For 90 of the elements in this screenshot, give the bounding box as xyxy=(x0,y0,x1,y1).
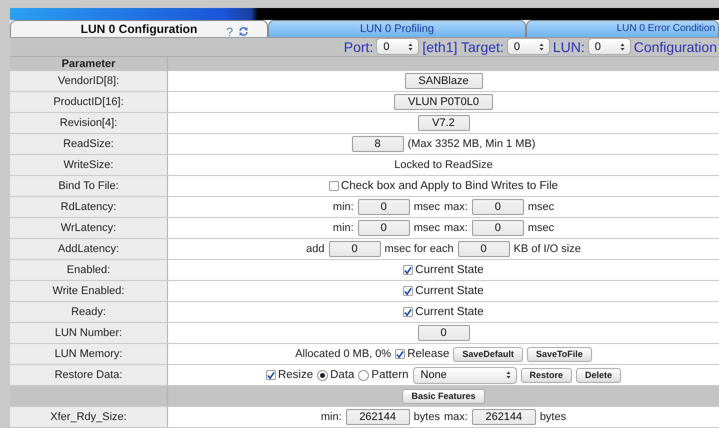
input-field[interactable]: SANBlaze xyxy=(404,73,482,89)
input-field[interactable]: 0 xyxy=(472,220,524,236)
parameter-label: Bind To File: xyxy=(10,176,168,196)
input-field[interactable]: 0 xyxy=(328,241,380,257)
parameter-label: Xfer_Rdy_Size: xyxy=(10,407,168,427)
updown-arrows-icon xyxy=(506,371,510,379)
action-button[interactable]: Delete xyxy=(576,368,622,382)
value-text: msec xyxy=(414,222,440,234)
updown-arrows-icon xyxy=(538,42,544,51)
radio-button[interactable] xyxy=(358,370,370,380)
checkbox[interactable] xyxy=(403,307,414,317)
parameter-label: ProductID[16]: xyxy=(10,92,168,112)
value-text: max: xyxy=(444,222,468,234)
value-text: max: xyxy=(444,201,468,213)
tab[interactable]: LUN 0 Configuration ? xyxy=(10,20,268,37)
parameter-label: Restore Data: xyxy=(10,365,168,385)
radio-option[interactable]: Data xyxy=(317,369,354,381)
value-text: Allocated 0 MB, 0% xyxy=(295,348,392,360)
parameter-label: LUN Memory: xyxy=(10,344,168,364)
parameter-label: LUN Number: xyxy=(10,323,168,343)
value-text: (Max 3352 MB, Min 1 MB) xyxy=(408,138,536,150)
tab[interactable]: LUN 0 Profiling xyxy=(268,20,526,37)
value-text: msec xyxy=(414,201,440,213)
tab[interactable]: LUN 0 Error Condition xyxy=(526,20,719,37)
selector-label: [eth1] Target: xyxy=(422,38,504,55)
number-dropdown[interactable]: 0 xyxy=(376,38,420,56)
action-button[interactable]: Basic Features xyxy=(402,388,485,404)
selector-label: Configuration xyxy=(634,38,717,55)
parameter-label: WriteSize: xyxy=(10,155,168,175)
input-field[interactable]: 0 xyxy=(472,199,524,215)
input-field[interactable]: 262144 xyxy=(346,409,410,425)
checkbox-label: Resize xyxy=(278,369,314,381)
checkmark-icon xyxy=(266,370,275,380)
selector-label: Port: xyxy=(344,38,374,55)
checkbox-option[interactable]: Resize xyxy=(266,369,314,381)
radio-option[interactable]: Pattern xyxy=(358,369,408,381)
input-field[interactable]: V7.2 xyxy=(418,115,470,131)
value-text: min: xyxy=(320,411,342,423)
parameter-label: Enabled: xyxy=(10,260,168,280)
refresh-icon[interactable] xyxy=(238,26,249,38)
radio-label: Pattern xyxy=(371,369,408,381)
checkbox[interactable] xyxy=(403,286,414,296)
input-field[interactable]: 262144 xyxy=(472,409,536,425)
parameter-label: RdLatency: xyxy=(10,197,168,217)
checkmark-icon xyxy=(404,286,412,296)
checkbox[interactable] xyxy=(328,181,339,191)
checkbox[interactable] xyxy=(403,265,414,275)
dropdown[interactable]: None xyxy=(412,366,516,384)
value-text: add xyxy=(306,243,324,255)
parameter-label: AddLatency: xyxy=(10,239,168,259)
input-field[interactable]: 0 xyxy=(458,241,510,257)
value-text: bytes xyxy=(414,411,440,423)
input-field[interactable]: 0 xyxy=(358,199,410,215)
checkbox-label: Release xyxy=(407,348,450,360)
number-dropdown[interactable]: 0 xyxy=(506,38,550,56)
parameter-label: Revision[4]: xyxy=(10,113,168,133)
parameter-label: Ready: xyxy=(10,302,168,322)
action-button[interactable]: Restore xyxy=(520,368,572,382)
value-text: min: xyxy=(332,222,354,234)
input-field[interactable]: 0 xyxy=(358,220,410,236)
checkbox[interactable] xyxy=(395,349,406,359)
parameter-label: WrLatency: xyxy=(10,218,168,238)
input-field[interactable]: 8 xyxy=(352,136,404,152)
updown-arrows-icon xyxy=(620,42,625,51)
value-text: msec xyxy=(528,222,554,234)
value-text: Locked to ReadSize xyxy=(394,159,493,171)
input-field[interactable]: VLUN P0T0L0 xyxy=(394,94,493,110)
parameter-label: ReadSize: xyxy=(10,134,168,154)
radio-label: Data xyxy=(330,369,354,381)
checkmark-icon xyxy=(404,266,412,274)
value-text: msec xyxy=(528,201,554,213)
checkbox-option[interactable]: Release xyxy=(395,348,450,360)
checkmark-icon xyxy=(404,308,412,316)
value-text: KB of I/O size xyxy=(514,243,581,255)
parameter-label: Write Enabled: xyxy=(10,281,168,301)
radio-button[interactable] xyxy=(317,370,328,380)
input-field[interactable]: 0 xyxy=(418,325,470,341)
value-text: min: xyxy=(332,201,354,213)
selector-label: LUN: xyxy=(552,38,585,55)
value-text: bytes xyxy=(540,411,566,423)
help-link[interactable]: ? xyxy=(226,24,233,39)
value-text: max: xyxy=(444,411,468,423)
number-dropdown[interactable]: 0 xyxy=(588,38,631,56)
parameter-label: VendorID[8]: xyxy=(10,71,168,91)
value-text: msec for each xyxy=(384,243,454,255)
action-button[interactable]: SaveDefault xyxy=(453,346,523,362)
checkbox[interactable] xyxy=(266,370,276,380)
action-button[interactable]: SaveToFile xyxy=(526,346,592,362)
checkmark-icon xyxy=(396,350,404,358)
updown-arrows-icon xyxy=(408,42,414,51)
